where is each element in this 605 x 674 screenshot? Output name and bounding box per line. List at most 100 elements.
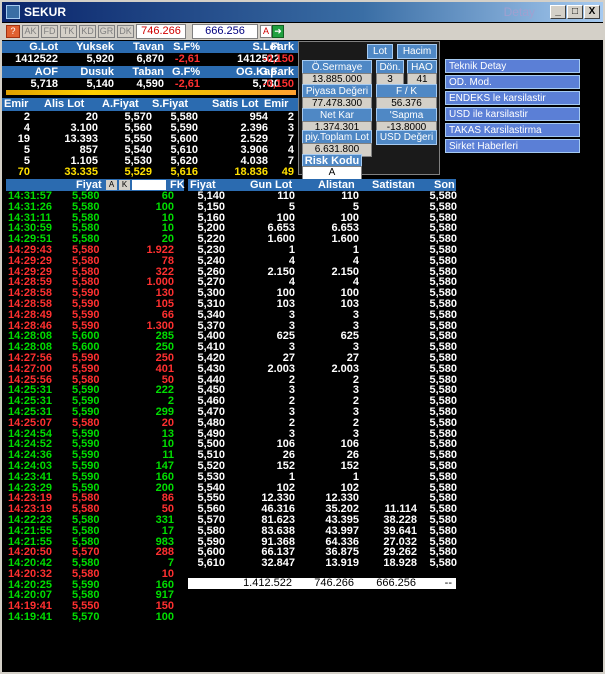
volume-cell-1: 2.150 xyxy=(267,265,295,278)
vol-gunlot-header[interactable]: Gun Lot xyxy=(250,179,292,191)
volume-row[interactable]: 5,270 4 4 5,580 xyxy=(191,277,457,288)
menu-takas[interactable]: TAKAS Karsilastirma xyxy=(445,123,580,137)
go-arrow-icon[interactable]: ➜ xyxy=(272,25,284,38)
menu-od-mod[interactable]: OD. Mod. xyxy=(445,75,580,89)
volume-cell-2: 110 xyxy=(341,191,359,202)
volume-row[interactable]: 5,540 102 102 5,580 xyxy=(191,482,457,494)
volume-row[interactable]: 5,570 81.623 43.395 38.228 5,580 xyxy=(191,514,457,526)
trades-list[interactable]: 14:31:57 5,580 60 14:31:26 5,580 100 14:31:11 5… xyxy=(6,191,184,671)
trades-fk-button[interactable]: FK xyxy=(170,179,185,191)
depth-header-1[interactable]: Alis Lot xyxy=(44,98,84,110)
help-icon[interactable]: ? xyxy=(6,25,20,38)
depth-cell-1: 33.335 xyxy=(64,166,98,178)
depth-row[interactable]: 70 33.335 5,529 5,616 18.836 49 xyxy=(2,167,298,178)
volume-row[interactable]: 5,600 66.137 36.875 29.262 5,580 xyxy=(191,547,457,558)
depth-header-0[interactable]: Emir xyxy=(4,98,28,110)
volume-row[interactable]: 5,560 46.316 35.202 11.114 5,580 xyxy=(191,504,457,515)
tab-dk[interactable]: DK xyxy=(117,25,134,38)
volume-row[interactable]: 5,230 1 1 5,580 xyxy=(191,244,457,256)
vol-son-header[interactable]: Son xyxy=(434,179,455,191)
volume-cell-1: 3 xyxy=(288,308,295,321)
trades-a-button[interactable]: A xyxy=(106,180,117,190)
sv1-1: 5,920 xyxy=(86,53,114,65)
volume-row[interactable]: 5,480 2 2 5,580 xyxy=(191,417,457,429)
volume-row[interactable]: 5,470 3 3 5,580 xyxy=(191,406,457,418)
maximize-button[interactable]: □ xyxy=(567,5,583,19)
volume-row[interactable]: 5,420 27 27 5,580 xyxy=(191,352,457,364)
volume-row[interactable]: 5,400 625 625 5,580 xyxy=(191,331,457,342)
volume-row[interactable]: 5,140 110 110 5,580 xyxy=(191,191,457,202)
volume-row[interactable]: 5,520 152 152 5,580 xyxy=(191,459,457,472)
hacim-button[interactable]: Hacim xyxy=(397,44,437,59)
volume-row[interactable]: 5,240 4 4 5,580 xyxy=(191,255,457,267)
depth-header-3[interactable]: S.Fiyat xyxy=(152,98,188,110)
volume-row[interactable]: 5,300 100 100 5,580 xyxy=(191,288,457,299)
volume-list[interactable]: 5,140 110 110 5,580 5,150 5 5 5,580 5,160 100 100 5… xyxy=(191,191,457,591)
trades-k-button[interactable]: K xyxy=(119,180,130,190)
title-bar[interactable]: SEKUR Detay _ □ X xyxy=(2,2,603,22)
volume-cell-2: 3 xyxy=(352,308,359,321)
vol-fiyat-header[interactable]: Fiyat xyxy=(190,179,216,191)
risk-value: A xyxy=(302,166,362,180)
volume-cell-2: 2 xyxy=(352,373,359,386)
menu-teknik-detay[interactable]: Teknik Detay xyxy=(445,59,580,73)
volume-row[interactable]: 5,590 91.368 64.336 27.032 5,580 xyxy=(191,536,457,548)
volume-row[interactable]: 5,150 5 5 5,580 xyxy=(191,201,457,213)
trade-row[interactable]: 14:28:49 5,590 66 xyxy=(6,309,184,321)
trade-row[interactable]: 14:27:00 5,590 401 xyxy=(6,363,184,375)
close-button[interactable]: X xyxy=(584,5,600,19)
volume-row[interactable]: 5,160 100 100 5,580 xyxy=(191,212,457,224)
depth-header-4[interactable]: Satis Lot xyxy=(212,98,258,110)
volume-cell-2: 1.600 xyxy=(331,233,359,246)
trade-row[interactable]: 14:23:41 5,590 160 xyxy=(6,471,184,483)
volume-cell-1: 103 xyxy=(276,297,295,310)
tab-tk[interactable]: TK xyxy=(60,25,77,38)
volume-row[interactable]: 5,260 2.150 2.150 5,580 xyxy=(191,265,457,278)
tab-fd[interactable]: FD xyxy=(41,25,58,38)
tab-ak[interactable]: AK xyxy=(22,25,39,38)
volume-row[interactable]: 5,580 83.638 43.997 39.641 5,580 xyxy=(191,525,457,537)
vol-alistan-header[interactable]: Alistan xyxy=(318,179,355,191)
trades-fiyat-header[interactable]: Fiyat xyxy=(76,179,102,191)
tab-gr[interactable]: GR xyxy=(98,25,115,38)
volume-row[interactable]: 5,460 2 2 5,580 xyxy=(191,396,457,407)
menu-endeks[interactable]: ENDEKS le karsilastir xyxy=(445,91,580,105)
trade-row[interactable]: 14:31:26 5,580 100 xyxy=(6,201,184,213)
menu-usd[interactable]: USD ile karsilastir xyxy=(445,107,580,121)
volume-row[interactable]: 5,610 32.847 13.919 18.928 5,580 xyxy=(191,558,457,569)
volume-row[interactable]: 5,490 3 3 5,580 xyxy=(191,428,457,440)
volume-row[interactable]: 5,340 3 3 5,580 xyxy=(191,308,457,321)
trade-row[interactable]: 14:25:07 5,580 20 xyxy=(6,417,184,429)
trade-row[interactable]: 14:29:29 5,580 78 xyxy=(6,255,184,267)
volume-row[interactable]: 5,200 6.653 6.653 5,580 xyxy=(191,223,457,234)
volume-row[interactable]: 5,410 3 3 5,580 xyxy=(191,342,457,353)
trades-filter-input[interactable] xyxy=(132,180,166,190)
volume-cell-3: 18.928 xyxy=(383,557,417,570)
volume-row[interactable]: 5,510 26 26 5,580 xyxy=(191,450,457,461)
minimize-button[interactable]: _ xyxy=(550,5,566,19)
volume-row[interactable]: 5,370 3 3 5,580 xyxy=(191,320,457,332)
volume-row[interactable]: 5,530 1 1 5,580 xyxy=(191,471,457,483)
volume-row[interactable]: 5,500 106 106 5,580 xyxy=(191,439,457,450)
trade-row[interactable]: 14:21:55 5,580 17 xyxy=(6,525,184,537)
depth-header-5[interactable]: Emir xyxy=(264,98,288,110)
menu-haberler[interactable]: Sirket Haberleri xyxy=(445,139,580,153)
volume-row[interactable]: 5,430 2.003 2.003 5,580 xyxy=(191,362,457,375)
volume-cell-0: 5,610 xyxy=(197,557,225,570)
a-button[interactable]: A xyxy=(260,25,272,38)
depth-header-2[interactable]: A.Fiyat xyxy=(102,98,139,110)
sv2-5: -0,150 xyxy=(262,78,294,90)
main-window: SEKUR Detay _ □ X ? AK FD TK KD GR DK 74… xyxy=(0,0,605,674)
volume-cell-2: 2.003 xyxy=(331,362,359,375)
lot-button[interactable]: Lot xyxy=(367,44,393,59)
volume-row[interactable]: 5,310 103 103 5,580 xyxy=(191,297,457,310)
volume-row[interactable]: 5,440 2 2 5,580 xyxy=(191,373,457,386)
trade-row[interactable]: 14:19:41 5,570 100 xyxy=(6,612,184,623)
tab-kd[interactable]: KD xyxy=(79,25,96,38)
volume-row[interactable]: 5,450 3 3 5,580 xyxy=(191,385,457,396)
volume-row[interactable]: 5,550 12.330 12.330 5,580 xyxy=(191,493,457,504)
vol-satistan-header[interactable]: Satistan xyxy=(372,179,415,191)
usd-button[interactable]: USD Değeri xyxy=(376,130,437,145)
volume-row[interactable]: 5,220 1.600 1.600 5,580 xyxy=(191,234,457,245)
volume-cell-2: 152 xyxy=(340,459,359,472)
